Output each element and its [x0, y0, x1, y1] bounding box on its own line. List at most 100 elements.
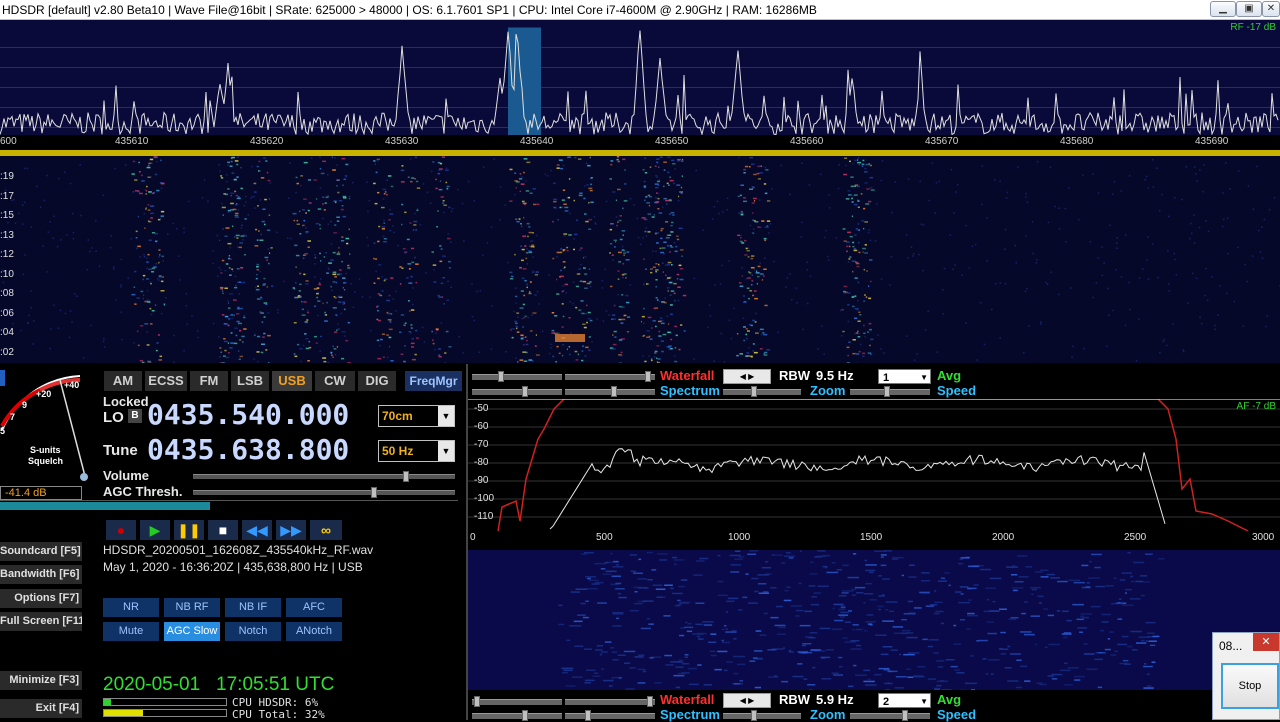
volume-slider[interactable]: [193, 474, 455, 479]
exit-button[interactable]: Exit [F4]: [0, 699, 82, 718]
nb-rf-button[interactable]: NB RF: [164, 598, 220, 617]
slider-knob[interactable]: [585, 710, 591, 721]
tune-step-select[interactable]: 50 Hz▼: [378, 440, 455, 462]
smeter-toggle[interactable]: [0, 370, 5, 386]
slider-knob[interactable]: [645, 371, 651, 382]
af2-spectrum-contrast-slider[interactable]: [472, 713, 562, 719]
afc-button[interactable]: AFC: [286, 598, 342, 617]
smeter-scale-7: 7: [10, 412, 15, 422]
mode-lsb-button[interactable]: LSB: [231, 371, 269, 391]
rf-spectrum-display[interactable]: [0, 20, 1280, 150]
popup-close-button[interactable]: ✕: [1253, 633, 1279, 651]
lo-b-button[interactable]: B: [128, 409, 142, 423]
speed-slider[interactable]: [850, 389, 930, 395]
loop-button[interactable]: ∞: [310, 520, 342, 540]
af-spectrum-display[interactable]: [468, 399, 1280, 531]
waterfall-time-label: :19: [0, 171, 14, 182]
popup-stop-button[interactable]: Stop: [1221, 663, 1279, 709]
avg-select-value: 1: [883, 372, 889, 384]
af-hz-tick: 500: [596, 532, 613, 543]
mode-am-button[interactable]: AM: [104, 371, 142, 391]
slider-knob[interactable]: [522, 386, 528, 397]
mode-usb-button[interactable]: USB: [272, 371, 312, 391]
agc-threshold-slider[interactable]: [193, 490, 455, 495]
mute-button[interactable]: Mute: [103, 622, 159, 641]
utc-clock: 2020-05-01 17:05:51 UTC: [103, 674, 334, 696]
slider-knob[interactable]: [474, 696, 480, 707]
stop-button[interactable]: ■: [208, 520, 238, 540]
avg2-select-value: 2: [883, 696, 889, 708]
af-db-tick: -80: [474, 457, 488, 468]
rbw2-stepper[interactable]: ◀ ▶: [723, 693, 771, 708]
slider-knob[interactable]: [902, 710, 908, 721]
anotch-button[interactable]: ANotch: [286, 622, 342, 641]
avg-select[interactable]: 1▼: [878, 369, 931, 384]
options-button[interactable]: Options [F7]: [0, 589, 82, 608]
af-waterfall-contrast-slider[interactable]: [472, 374, 562, 380]
zoom-label: Zoom: [810, 383, 845, 398]
rewind-button[interactable]: ◀◀: [242, 520, 272, 540]
record-button[interactable]: ●: [106, 520, 136, 540]
mode-ecss-button[interactable]: ECSS: [145, 371, 187, 391]
fast-forward-button[interactable]: ▶▶: [276, 520, 306, 540]
af-waterfall-display[interactable]: [468, 550, 1280, 690]
af2-waterfall-brightness-slider[interactable]: [565, 699, 655, 705]
agc-threshold-slider-knob[interactable]: [371, 487, 377, 498]
zoom2-slider[interactable]: [723, 713, 801, 719]
volume-slider-knob[interactable]: [403, 471, 409, 482]
mode-fm-button[interactable]: FM: [190, 371, 228, 391]
slider-knob[interactable]: [751, 710, 757, 721]
pause-button[interactable]: ❚❚: [174, 520, 204, 540]
close-window-button[interactable]: ✕: [1262, 1, 1280, 17]
af-spectrum-contrast-slider[interactable]: [472, 389, 562, 395]
mode-dig-button[interactable]: DIG: [358, 371, 396, 391]
minimize-button[interactable]: ▁: [1210, 1, 1236, 17]
recording-filename: HDSDR_20200501_162608Z_435540kHz_RF.wav: [103, 543, 373, 557]
slider-knob[interactable]: [647, 696, 653, 707]
speed2-slider[interactable]: [850, 713, 930, 719]
agc-threshold-label: AGC Thresh.: [103, 484, 182, 499]
slider-knob[interactable]: [751, 386, 757, 397]
af-hz-tick: 2000: [992, 532, 1014, 543]
af-waterfall-brightness-slider[interactable]: [565, 374, 655, 380]
squelch-level-bar[interactable]: [0, 502, 210, 510]
rf-waterfall-display[interactable]: [0, 156, 1280, 363]
avg2-select[interactable]: 2▼: [878, 693, 931, 708]
freqmgr-button[interactable]: FreqMgr: [405, 371, 462, 391]
notch-button[interactable]: Notch: [225, 622, 281, 641]
smeter-scale-5: 5: [0, 426, 5, 436]
minimize-app-button[interactable]: Minimize [F3]: [0, 671, 82, 690]
full-screen-button[interactable]: Full Screen [F11]: [0, 612, 82, 631]
af2-waterfall-contrast-slider[interactable]: [472, 699, 562, 705]
rf-frequency-axis: 6004356104356204356304356404356504356604…: [0, 135, 1280, 150]
rf-gain-label: RF -17 dB: [1230, 22, 1276, 33]
bandwidth-button[interactable]: Bandwidth [F6]: [0, 565, 82, 584]
waterfall-time-label: :10: [0, 269, 14, 280]
rbw-stepper[interactable]: ◀ ▶: [723, 369, 771, 384]
slider-knob[interactable]: [498, 371, 504, 382]
slider-knob[interactable]: [522, 710, 528, 721]
af2-spectrum-brightness-slider[interactable]: [565, 713, 655, 719]
maximize-button[interactable]: ▣: [1236, 1, 1262, 17]
rf-freq-tick: 435660: [790, 136, 823, 147]
band-select-value: 70cm: [382, 409, 413, 423]
agc-slow-button[interactable]: AGC Slow: [164, 622, 220, 641]
af-waterfall-label: Waterfall: [660, 368, 714, 383]
mode-cw-button[interactable]: CW: [315, 371, 355, 391]
lo-frequency-display[interactable]: 0435.540.000: [147, 398, 349, 431]
af-spectrum-brightness-slider[interactable]: [565, 389, 655, 395]
slider-knob[interactable]: [611, 386, 617, 397]
nb-if-button[interactable]: NB IF: [225, 598, 281, 617]
band-select[interactable]: 70cm▼: [378, 405, 455, 427]
tune-frequency-display[interactable]: 0435.638.800: [147, 433, 349, 466]
waterfall-time-label: :12: [0, 249, 14, 260]
play-button[interactable]: ▶: [140, 520, 170, 540]
avg-label: Avg: [937, 368, 961, 383]
slider-knob[interactable]: [884, 386, 890, 397]
af-db-tick: -60: [474, 421, 488, 432]
zoom-slider[interactable]: [723, 389, 801, 395]
soundcard-button[interactable]: Soundcard [F5]: [0, 542, 82, 561]
smeter-gauge: [0, 366, 100, 502]
squelch-label: Squelch: [28, 456, 63, 466]
nr-button[interactable]: NR: [103, 598, 159, 617]
